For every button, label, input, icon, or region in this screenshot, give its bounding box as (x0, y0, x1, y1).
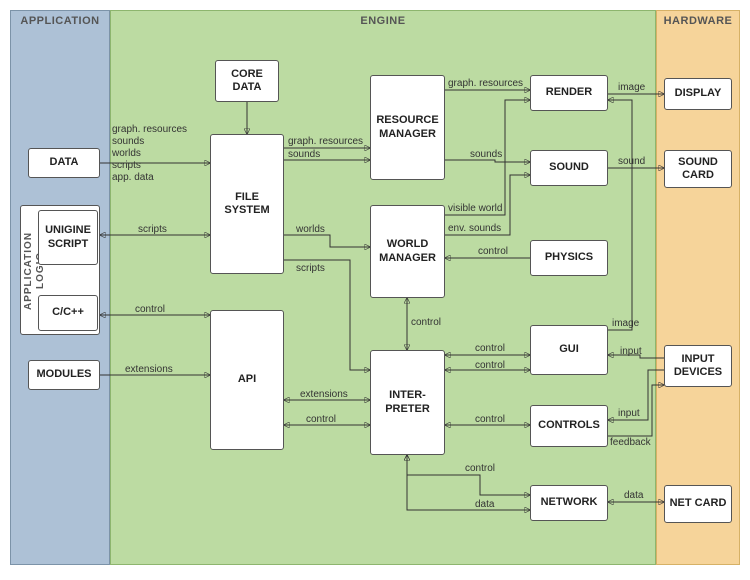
label-net-netcard: data (624, 490, 643, 501)
label-controls-interp: control (475, 414, 505, 425)
label-net-ctrl: control (465, 463, 495, 474)
label-controls-feedback: feedback (610, 437, 651, 448)
label-api-interp-ctrl: control (306, 414, 336, 425)
block-net-card: NET CARD (664, 485, 732, 523)
label-net-data: data (475, 499, 494, 510)
label-render-display: image (618, 82, 645, 93)
block-controls: CONTROLS (530, 405, 608, 447)
label-sound-sc: sound (618, 156, 645, 167)
block-ccpp: C/C++ (38, 295, 98, 331)
block-interpreter: INTER-PRETER (370, 350, 445, 455)
label-fs-wm: worlds (296, 224, 325, 235)
label-controls-input: input (618, 408, 640, 419)
block-file-system: FILE SYSTEM (210, 134, 284, 274)
label-gui-render: image (612, 318, 639, 329)
block-display: DISPLAY (664, 78, 732, 110)
column-hardware-title: HARDWARE (657, 15, 739, 27)
label-wm-interp: control (411, 317, 441, 328)
block-gui: GUI (530, 325, 608, 375)
block-api: API (210, 310, 284, 450)
block-world-manager: WORLD MANAGER (370, 205, 445, 298)
column-engine-title: ENGINE (111, 15, 655, 27)
block-unigine-script: UNIGINE SCRIPT (38, 210, 98, 265)
label-wm-render: visible world (448, 203, 502, 214)
label-fs-rm-graph: graph. resources (288, 136, 363, 147)
block-network: NETWORK (530, 485, 608, 521)
block-data: DATA (28, 148, 100, 178)
block-render: RENDER (530, 75, 608, 111)
column-application-title: APPLICATION (11, 15, 109, 27)
block-sound-card: SOUND CARD (664, 150, 732, 188)
block-physics: PHYSICS (530, 240, 608, 276)
label-gui-interp: control (475, 343, 505, 354)
label-fs-rm-sounds: sounds (288, 149, 320, 160)
label-ccpp-api: control (135, 304, 165, 315)
label-rm-render: graph. resources (448, 78, 523, 89)
block-modules: MODULES (28, 360, 100, 390)
label-wm-sound: env. sounds (448, 223, 501, 234)
block-input-devices: INPUT DEVICES (664, 345, 732, 387)
label-rm-sound: sounds (470, 149, 502, 160)
label-gui-input: input (620, 346, 642, 357)
label-script-fs: scripts (138, 224, 167, 235)
label-data-fs: graph. resources sounds worlds scripts a… (112, 124, 187, 184)
label-modules-api: extensions (125, 364, 173, 375)
block-resource-manager: RESOURCE MANAGER (370, 75, 445, 180)
label-physics-wm: control (478, 246, 508, 257)
block-sound: SOUND (530, 150, 608, 186)
label-fs-interp: scripts (296, 263, 325, 274)
label-interp-ctrl2: control (475, 360, 505, 371)
label-api-interp-ext: extensions (300, 389, 348, 400)
block-core-data: CORE DATA (215, 60, 279, 102)
